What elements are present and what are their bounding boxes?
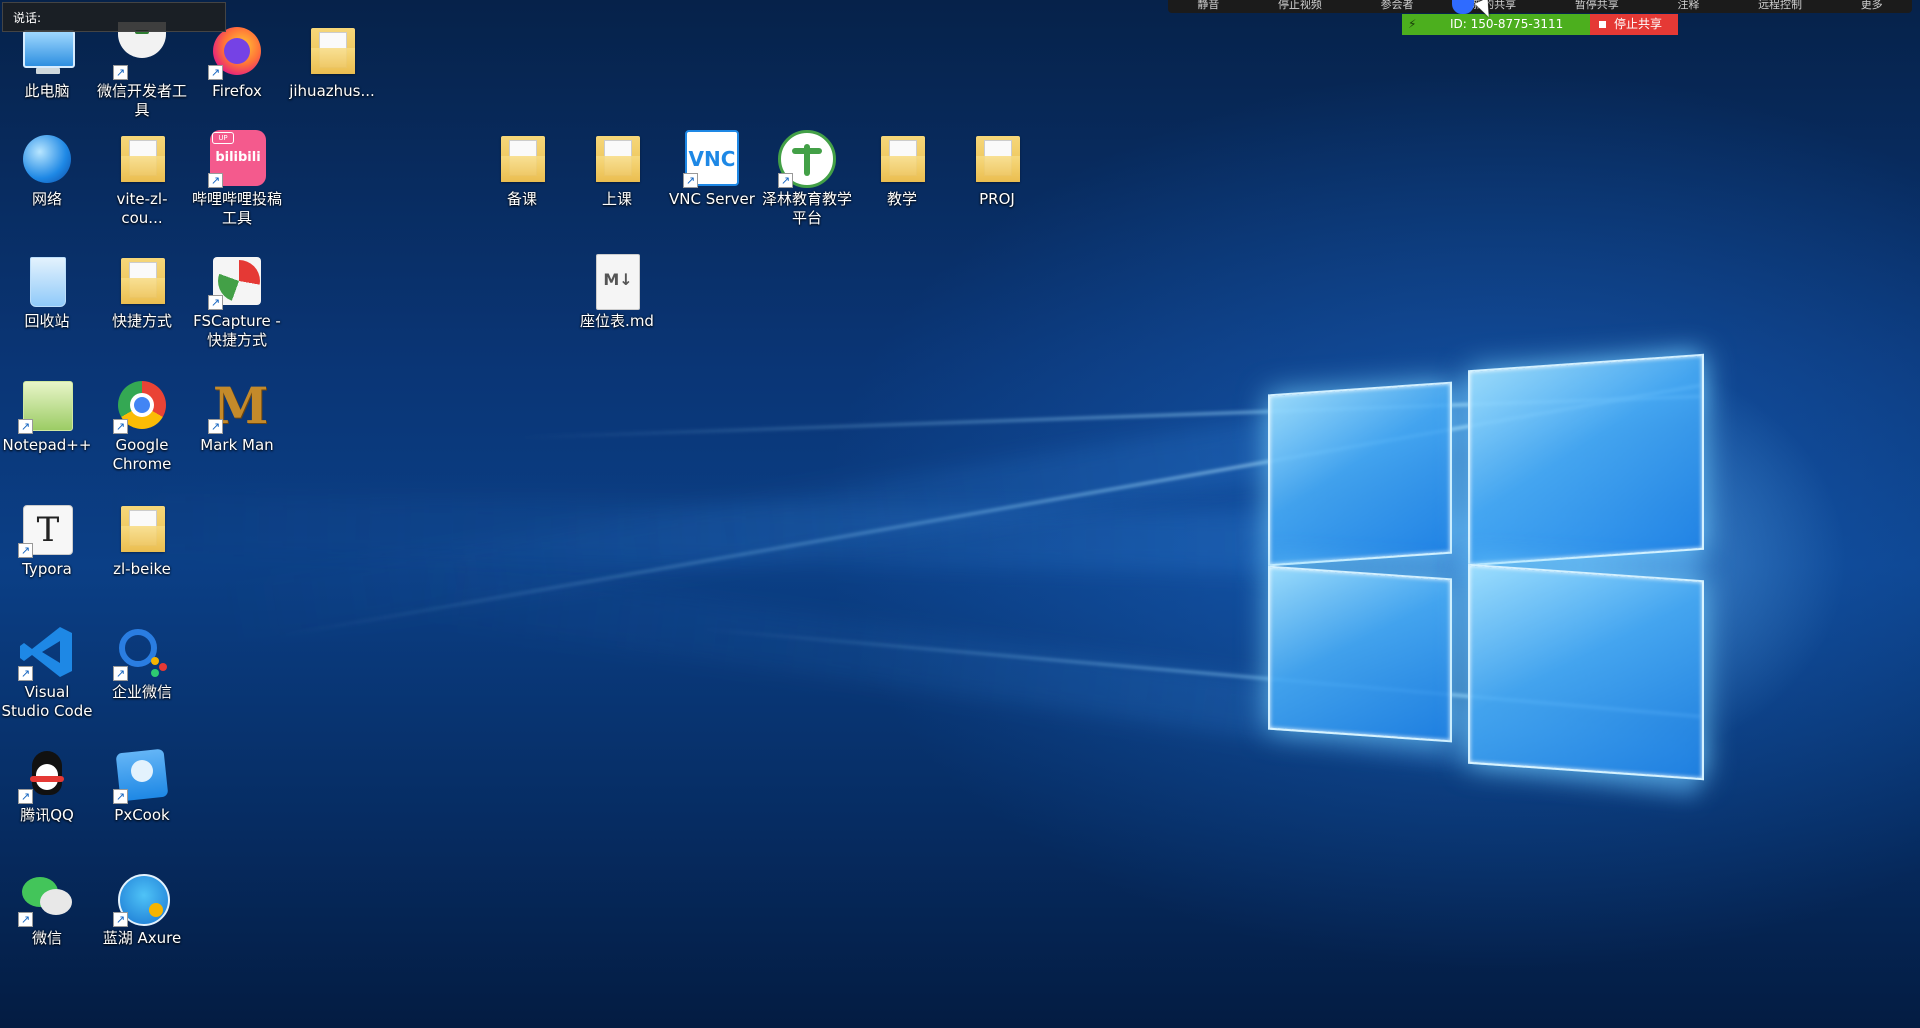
typora-icon: T ↗ xyxy=(18,500,76,558)
shortcut-arrow-icon: ↗ xyxy=(113,912,128,927)
chrome-icon: ↗ xyxy=(113,376,171,434)
shortcut-arrow-icon: ↗ xyxy=(208,295,223,310)
pause-share-button[interactable]: 暂停共享 xyxy=(1575,0,1619,10)
shortcut-arrow-icon: ↗ xyxy=(18,912,33,927)
desktop-icon-this-pc[interactable]: 此电脑 xyxy=(1,22,93,101)
zelin-edu-icon: ↗ xyxy=(778,130,836,188)
shortcut-arrow-icon: ↗ xyxy=(113,65,128,80)
stop-share-label: 停止共享 xyxy=(1614,17,1663,31)
stop-video-button[interactable]: 停止视频 xyxy=(1278,0,1322,10)
stop-share-button[interactable]: 停止共享 xyxy=(1590,14,1678,35)
wechat-icon: ↗ xyxy=(18,869,76,927)
qq-icon: ↗ xyxy=(18,746,76,804)
stop-icon xyxy=(1599,21,1606,28)
folder-icon xyxy=(113,500,171,558)
desktop-icon-wechat-devtools[interactable]: ↗ 微信开发者工具 xyxy=(96,22,188,120)
wecom-icon: ↗ xyxy=(113,623,171,681)
windows-logo-pane xyxy=(1468,353,1704,567)
desktop-icon-notepadpp[interactable]: ↗ Notepad++ xyxy=(1,376,93,455)
mute-button[interactable]: 静音 xyxy=(1197,0,1219,10)
desktop-icon-jihuazhus[interactable]: jihuazhus... xyxy=(286,22,378,101)
notepadpp-icon: ↗ xyxy=(18,376,76,434)
desktop-icon-shangke[interactable]: 上课 xyxy=(571,130,663,209)
desktop-icon-vscode[interactable]: ↗ Visual Studio Code xyxy=(1,623,93,721)
remote-control-button[interactable]: 远程控制 xyxy=(1758,0,1802,10)
desktop-icon-network[interactable]: 网络 xyxy=(1,130,93,209)
chat-input[interactable]: 说话: xyxy=(2,2,226,32)
desktop-icon-zl-beike[interactable]: zl-beike xyxy=(96,500,188,579)
folder-icon xyxy=(113,130,171,188)
share-id-badge[interactable]: ⚡ ID: 150-8775-3111 xyxy=(1402,14,1590,35)
lightning-icon: ⚡ xyxy=(1408,17,1417,31)
shortcut-arrow-icon: ↗ xyxy=(113,666,128,681)
desktop-icon-kuaijie-fangshi[interactable]: 快捷方式 xyxy=(96,252,188,331)
desktop-icon-bilibili-upload[interactable]: bilibili UP ↗ 哔哩哔哩投稿工具 xyxy=(191,130,283,228)
desktop-icon-firefox[interactable]: ↗ Firefox xyxy=(191,22,283,101)
desktop-icon-pxcook[interactable]: ↗ PxCook xyxy=(96,746,188,825)
bilibili-icon: bilibili UP ↗ xyxy=(208,130,266,188)
pxcook-icon: ↗ xyxy=(113,746,171,804)
windows-logo-pane xyxy=(1468,563,1704,781)
folder-icon xyxy=(873,130,931,188)
desktop-icon-zelin-edu[interactable]: ↗ 泽林教育教学平台 xyxy=(761,130,853,228)
folder-icon xyxy=(493,130,551,188)
shortcut-arrow-icon: ↗ xyxy=(208,419,223,434)
desktop-icon-jiaoxue[interactable]: 教学 xyxy=(856,130,948,209)
shortcut-arrow-icon: ↗ xyxy=(18,543,33,558)
markdown-file-icon: M↓ xyxy=(588,252,646,310)
desktop-icon-wecom[interactable]: ↗ 企业微信 xyxy=(96,623,188,702)
shortcut-arrow-icon: ↗ xyxy=(208,65,223,80)
desktop-icon-seat-chart-md[interactable]: M↓ 座位表.md xyxy=(571,252,663,331)
desktop-icon-recycle-bin[interactable]: 回收站 xyxy=(1,252,93,331)
meeting-toolbar: 静音 停止视频 参会者 新的共享 暂停共享 注释 远程控制 更多 xyxy=(1168,0,1912,13)
shortcut-arrow-icon: ↗ xyxy=(683,173,698,188)
desktop-icon-markman[interactable]: M ↗ Mark Man xyxy=(191,376,283,455)
fscapture-icon: ↗ xyxy=(208,252,266,310)
vnc-icon: VNC ↗ xyxy=(683,130,741,188)
desktop-icon-lanhu-axure[interactable]: ↗ 蓝湖 Axure xyxy=(96,869,188,948)
shortcut-arrow-icon: ↗ xyxy=(113,419,128,434)
markman-icon: M ↗ xyxy=(208,376,268,434)
desktop-icon-qq[interactable]: ↗ 腾讯QQ xyxy=(1,746,93,825)
shortcut-arrow-icon: ↗ xyxy=(208,173,223,188)
shortcut-arrow-icon: ↗ xyxy=(18,789,33,804)
annotate-button[interactable]: 注释 xyxy=(1677,0,1699,10)
windows-logo-pane xyxy=(1268,381,1452,567)
desktop[interactable]: 此电脑 网络 回收站 ↗ Notepad++ T ↗ Typora ↗ Visu… xyxy=(0,0,1920,1028)
desktop-icon-google-chrome[interactable]: ↗ Google Chrome xyxy=(96,376,188,474)
folder-icon xyxy=(113,252,171,310)
windows-logo-pane xyxy=(1268,565,1452,743)
chat-label: 说话: xyxy=(13,11,42,25)
desktop-icon-proj[interactable]: PROJ xyxy=(951,130,1043,209)
folder-icon xyxy=(968,130,1026,188)
meeting-id: ID: 150-8775-3111 xyxy=(1450,17,1564,31)
desktop-icon-typora[interactable]: T ↗ Typora xyxy=(1,500,93,579)
desktop-icon-fscapture[interactable]: ↗ FSCapture - 快捷方式 xyxy=(191,252,283,350)
more-button[interactable]: 更多 xyxy=(1861,0,1883,10)
network-icon xyxy=(18,130,76,188)
folder-icon xyxy=(303,22,361,80)
vscode-icon: ↗ xyxy=(18,623,76,681)
folder-icon xyxy=(588,130,646,188)
shortcut-arrow-icon: ↗ xyxy=(18,666,33,681)
recycle-bin-icon xyxy=(18,252,76,310)
participants-button[interactable]: 参会者 xyxy=(1381,0,1414,10)
shortcut-arrow-icon: ↗ xyxy=(778,173,793,188)
desktop-icon-beike[interactable]: 备课 xyxy=(476,130,568,209)
desktop-icon-vite-zl[interactable]: vite-zl-cou... xyxy=(96,130,188,228)
shortcut-arrow-icon: ↗ xyxy=(18,419,33,434)
lanhu-axure-icon: ↗ xyxy=(113,869,171,927)
desktop-icon-vnc-server[interactable]: VNC ↗ VNC Server xyxy=(666,130,758,209)
desktop-icon-wechat[interactable]: ↗ 微信 xyxy=(1,869,93,948)
shortcut-arrow-icon: ↗ xyxy=(113,789,128,804)
